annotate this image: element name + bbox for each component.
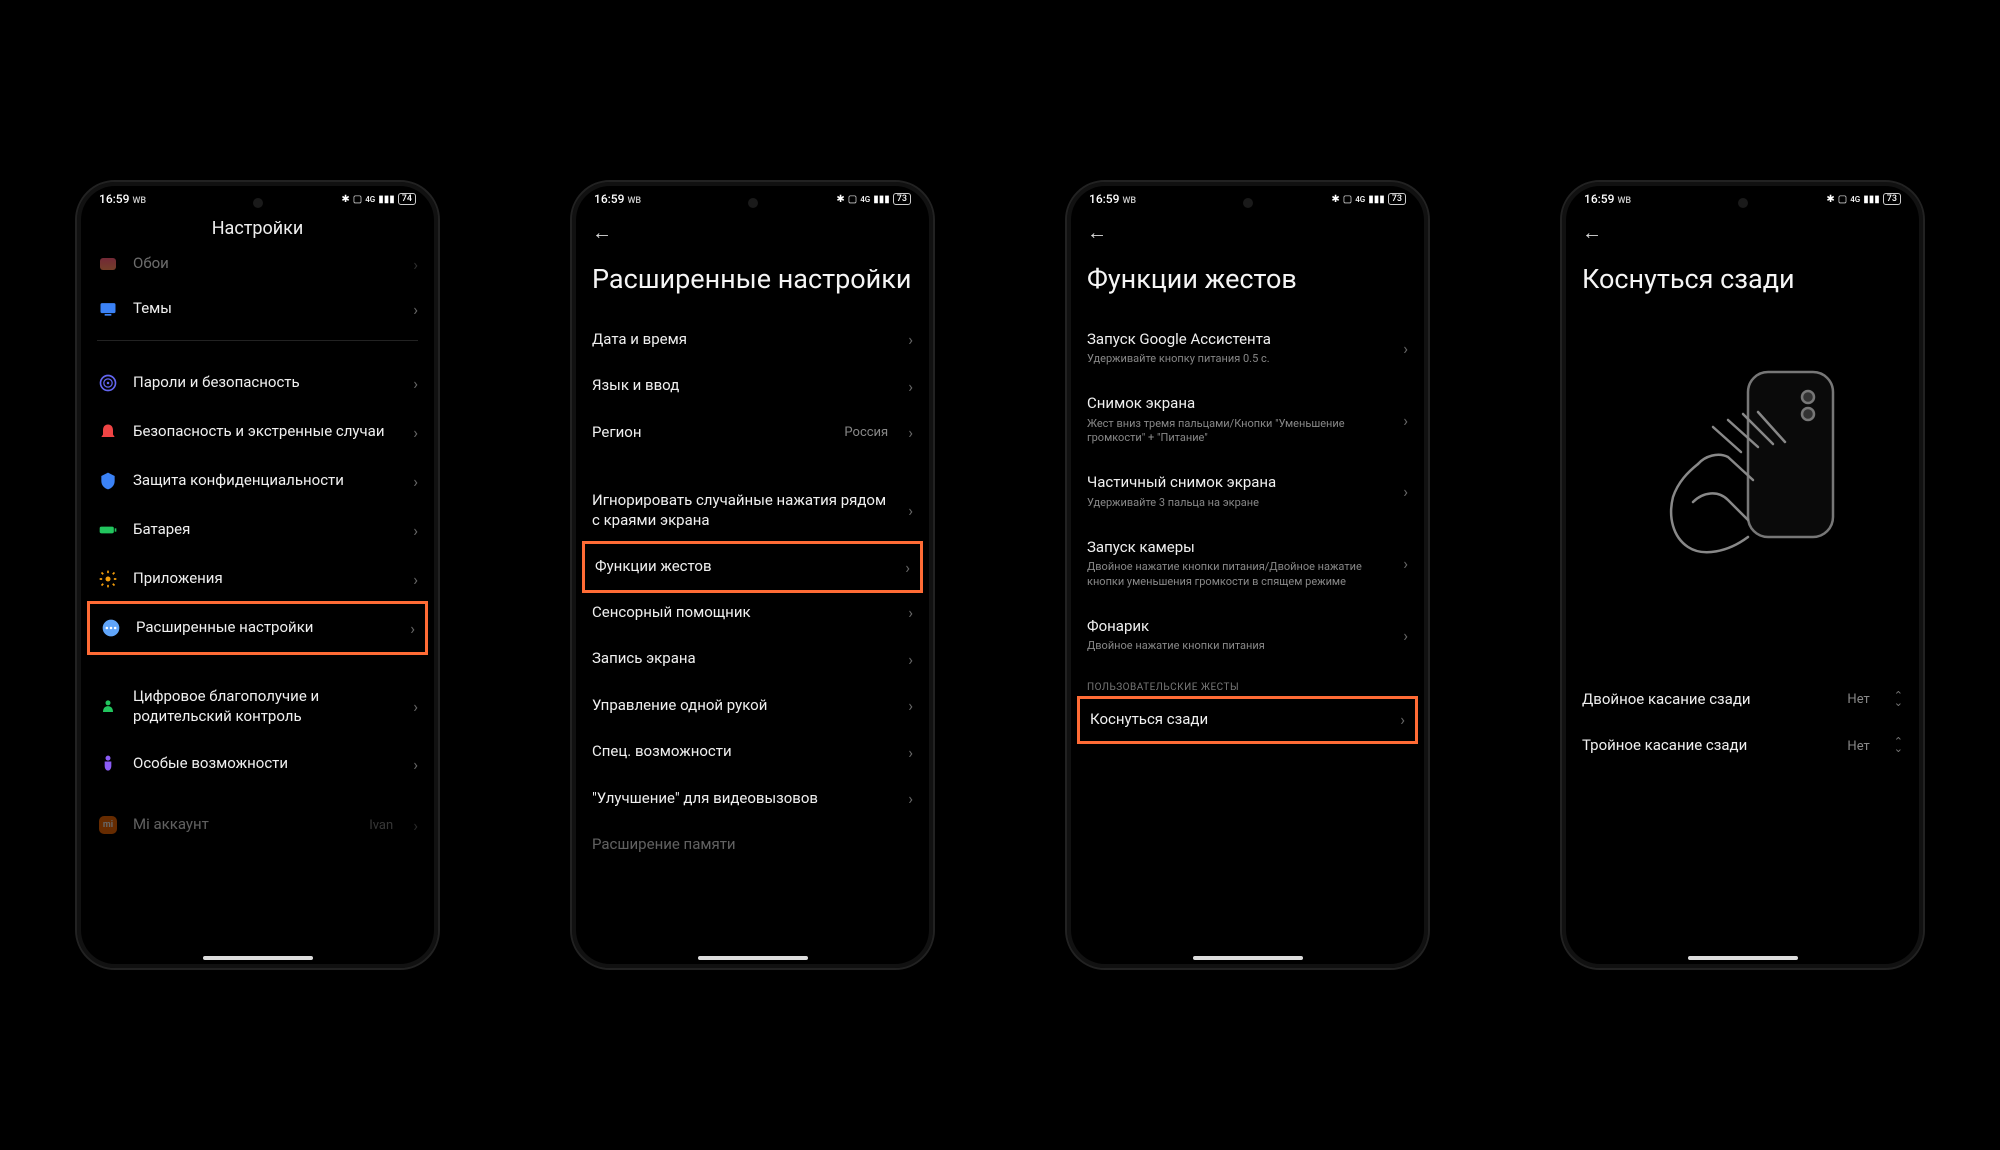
wellbeing-icon [97,696,119,718]
battery-icon [97,519,119,541]
back-tap-double-value: Нет [1847,692,1869,707]
back-tap-double[interactable]: Двойное касание сзади Нет ⌃⌄ [1582,677,1903,724]
gesture-item-back-tap[interactable]: Коснуться сзади › [1077,696,1418,744]
home-indicator[interactable] [203,956,313,960]
themes-icon [97,298,119,320]
advanced-item-datetime[interactable]: Дата и время › [592,317,913,364]
chevron-right-icon: › [413,423,418,442]
status-icons: ✱▢4G▮▮▮ 74 [341,193,416,205]
advanced-item-touch-assistant[interactable]: Сенсорный помощник › [592,590,913,637]
advanced-item-special[interactable]: Спец. возможности › [592,729,913,776]
gesture-item-assistant[interactable]: Запуск Google Ассистента Удерживайте кно… [1087,317,1408,381]
settings-item-themes[interactable]: Темы › [97,285,418,334]
phone-screen-back-tap: 16:59WB ✱▢4G▮▮▮73 ← Коснуться сзади [1560,180,1925,970]
settings-item-accessibility[interactable]: Особые возможности › [97,740,418,789]
back-tap-triple-value: Нет [1847,739,1869,754]
settings-item-apps[interactable]: Приложения › [97,555,418,604]
page-title: Коснуться сзади [1582,251,1903,317]
back-button[interactable]: ← [1087,220,1107,245]
chevron-right-icon: › [908,650,913,669]
chevron-right-icon: › [413,697,418,716]
chevron-right-icon: › [413,755,418,774]
chevron-right-icon: › [413,255,418,274]
page-title: Расширенные настройки [592,251,913,317]
advanced-item-edge-touch[interactable]: Игнорировать случайные нажатия рядом с к… [592,478,913,544]
gesture-item-camera[interactable]: Запуск камеры Двойное нажатие кнопки пит… [1087,525,1408,604]
chevron-right-icon: › [908,377,913,396]
fingerprint-icon [97,372,119,394]
back-tap-triple[interactable]: Тройное касание сзади Нет ⌃⌄ [1582,723,1903,770]
advanced-item-gestures[interactable]: Функции жестов › [582,541,923,593]
phone-screen-settings: 16:59 WB ✱▢4G▮▮▮ 74 Настройки Обои › Тем… [75,180,440,970]
chevron-right-icon: › [1403,411,1408,430]
section-header: ПОЛЬЗОВАТЕЛЬСКИЕ ЖЕСТЫ [1087,668,1408,699]
status-wb: WB [132,196,146,206]
settings-item-wallpaper[interactable]: Обои › [97,253,418,285]
gesture-item-partial-screenshot[interactable]: Частичный снимок экрана Удерживайте 3 па… [1087,460,1408,524]
advanced-item-memory[interactable]: Расширение памяти [592,822,913,856]
chevron-right-icon: › [413,521,418,540]
shield-icon [97,470,119,492]
camera-notch [1738,198,1748,208]
chevron-right-icon: › [413,374,418,393]
home-indicator[interactable] [1193,956,1303,960]
camera-notch [253,198,263,208]
chevron-right-icon: › [413,570,418,589]
camera-notch [1243,198,1253,208]
camera-notch [748,198,758,208]
settings-item-passwords[interactable]: Пароли и безопасность › [97,359,418,408]
status-time: 16:59 [99,192,129,206]
settings-item-mi-account[interactable]: mi Mi аккаунт Ivan › [97,801,418,837]
chevron-right-icon: › [1403,339,1408,358]
region-value: Россия [844,425,888,440]
gear-icon [97,568,119,590]
chevron-right-icon: › [1403,482,1408,501]
advanced-item-one-hand[interactable]: Управление одной рукой › [592,683,913,730]
gesture-item-flashlight[interactable]: Фонарик Двойное нажатие кнопки питания › [1087,604,1408,668]
chevron-right-icon: › [908,603,913,622]
advanced-item-region[interactable]: Регион Россия › [592,410,913,457]
gesture-item-screenshot[interactable]: Снимок экрана Жест вниз тремя пальцами/К… [1087,381,1408,460]
chevron-right-icon: › [413,300,418,319]
chevron-right-icon: › [908,696,913,715]
chevron-right-icon: › [1403,626,1408,645]
page-title: Функции жестов [1087,251,1408,317]
chevron-right-icon: › [1400,710,1405,729]
phone-screen-advanced: 16:59WB ✱▢4G▮▮▮73 ← Расширенные настройк… [570,180,935,970]
phone-screen-gestures: 16:59WB ✱▢4G▮▮▮73 ← Функции жестов Запус… [1065,180,1430,970]
chevron-right-icon: › [413,816,418,835]
settings-item-advanced[interactable]: Расширенные настройки › [87,601,428,655]
advanced-item-language[interactable]: Язык и ввод › [592,363,913,410]
mi-icon: mi [97,814,119,836]
settings-item-privacy[interactable]: Защита конфиденциальности › [97,457,418,506]
updown-icon: ⌃⌄ [1894,739,1903,752]
chevron-right-icon: › [413,472,418,491]
home-indicator[interactable] [698,956,808,960]
bell-icon [97,421,119,443]
chevron-right-icon: › [908,423,913,442]
home-indicator[interactable] [1688,956,1798,960]
back-button[interactable]: ← [1582,220,1602,245]
settings-item-battery[interactable]: Батарея › [97,506,418,555]
chevron-right-icon: › [908,501,913,520]
updown-icon: ⌃⌄ [1894,693,1903,706]
chevron-right-icon: › [908,330,913,349]
settings-item-safety[interactable]: Безопасность и экстренные случаи › [97,408,418,457]
chevron-right-icon: › [905,558,910,577]
chevron-right-icon: › [908,789,913,808]
chevron-right-icon: › [410,619,415,638]
advanced-item-video-enhance[interactable]: "Улучшение" для видеовызовов › [592,776,913,823]
back-button[interactable]: ← [592,220,612,245]
advanced-item-screen-record[interactable]: Запись экрана › [592,636,913,683]
more-icon [100,617,122,639]
accessibility-icon [97,753,119,775]
settings-item-wellbeing[interactable]: Цифровое благополучие и родительский кон… [97,674,418,740]
chevron-right-icon: › [1403,554,1408,573]
account-value: Ivan [369,818,393,833]
page-title: Настройки [97,210,418,253]
back-tap-illustration [1582,337,1903,617]
chevron-right-icon: › [908,743,913,762]
